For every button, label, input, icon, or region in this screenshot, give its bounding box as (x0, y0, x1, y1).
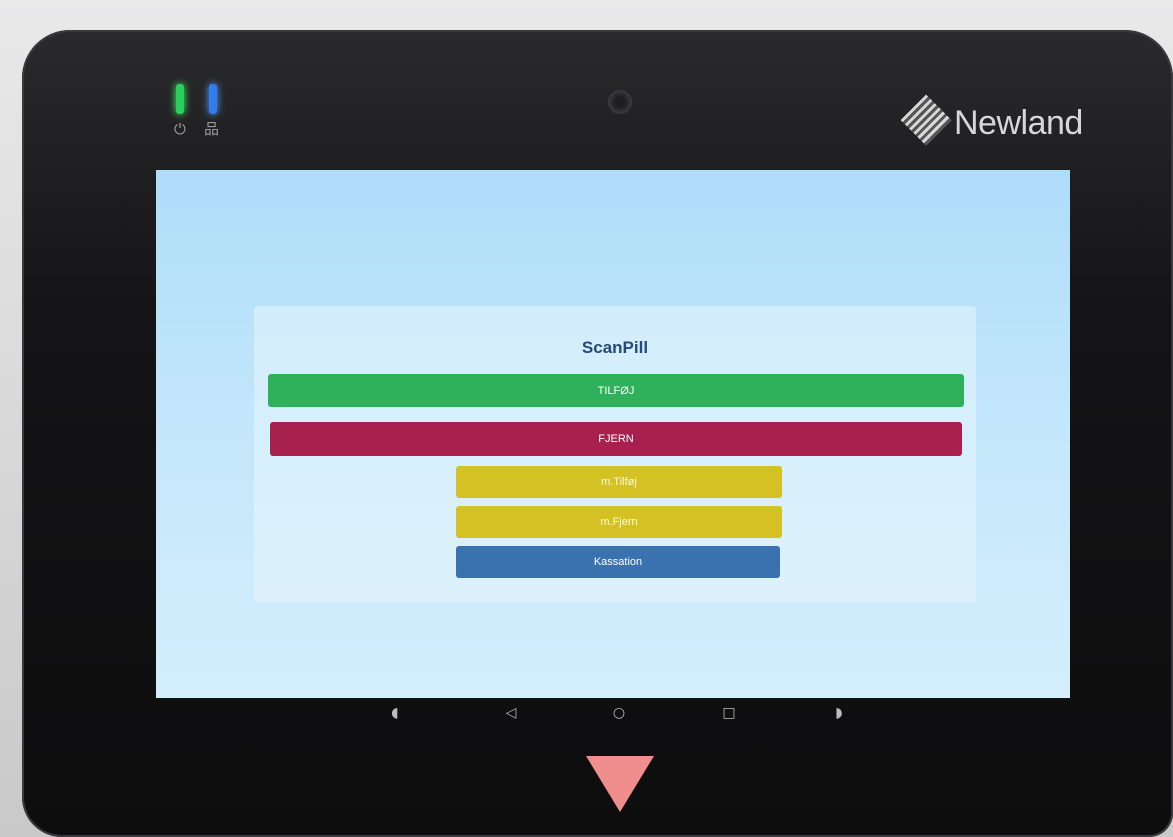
volume-up-icon[interactable]: ◗ (828, 702, 850, 724)
scrap-button[interactable]: Kassation (456, 546, 780, 578)
app-card: ScanPill TILFØJ FJERN m.Tilføj m.Fjern K… (254, 306, 976, 602)
home-icon[interactable]: ○ (608, 702, 630, 724)
network-icon: 品 (204, 120, 220, 138)
back-icon[interactable]: ◁ (500, 702, 522, 724)
front-camera (608, 90, 632, 114)
multi-remove-button[interactable]: m.Fjern (456, 506, 782, 538)
status-leds: ⏻ 品 (174, 84, 226, 144)
android-nav-bar: ◖ ◁ ○ □ ◗ (156, 700, 1070, 726)
multi-add-button[interactable]: m.Tilføj (456, 466, 782, 498)
scan-window-arrow (586, 756, 654, 812)
screen: ScanPill TILFØJ FJERN m.Tilføj m.Fjern K… (156, 170, 1070, 698)
recents-icon[interactable]: □ (718, 702, 740, 724)
add-button[interactable]: TILFØJ (268, 374, 964, 407)
app-title: ScanPill (581, 338, 649, 357)
volume-down-icon[interactable]: ◖ (384, 702, 406, 724)
remove-button[interactable]: FJERN (270, 422, 962, 456)
brand-name: Newland (954, 104, 1083, 142)
network-led (209, 84, 217, 114)
power-icon: ⏻ (174, 120, 186, 138)
power-led (176, 84, 184, 114)
